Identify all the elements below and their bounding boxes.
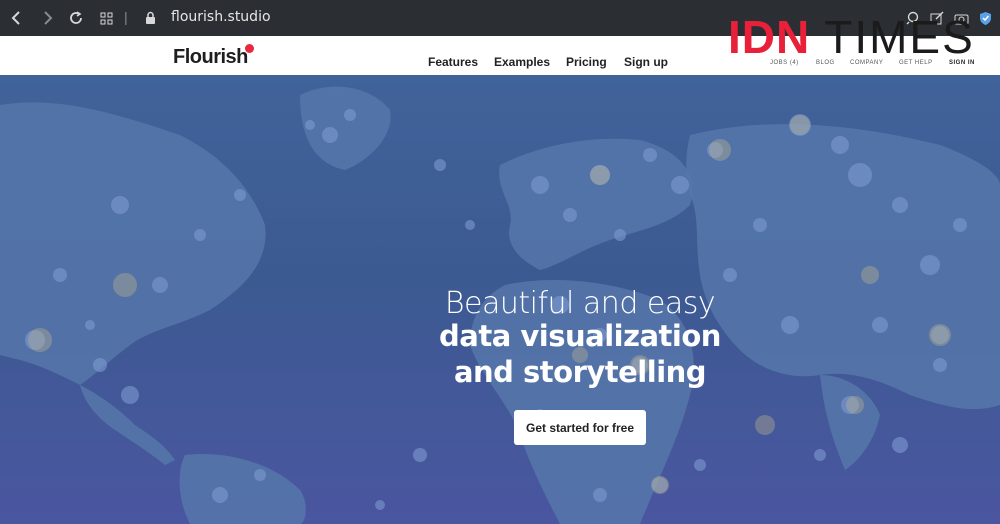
hero-headline-line-3: and storytelling [453,355,707,389]
idn-times-watermark: IDN TIMES [728,14,975,60]
hero-headline-line-1: Beautiful and easy [444,286,716,321]
nav-sign-up[interactable]: Sign up [624,55,668,69]
forward-icon[interactable] [38,9,56,27]
get-started-button[interactable]: Get started for free [514,410,646,445]
nav-features[interactable]: Features [428,55,478,69]
flourish-logo[interactable]: Flourish [173,46,248,69]
hero-headline-line-2: data visualization [439,319,721,353]
nav-examples[interactable]: Examples [494,55,550,69]
shield-icon[interactable] [976,9,994,27]
lock-icon [141,9,159,27]
nav-pricing[interactable]: Pricing [566,55,607,69]
back-icon[interactable] [8,9,26,27]
hero-section: Beautiful and easy data visualization an… [0,75,1000,524]
watermark-times: TIMES [824,11,975,63]
watermark-idn: IDN [728,11,811,63]
toolbar-separator: | [124,9,128,25]
grid-icon[interactable] [97,9,115,27]
reload-icon[interactable] [67,9,85,27]
address-bar[interactable]: flourish.studio [171,9,271,25]
logo-dot-icon [245,44,254,53]
